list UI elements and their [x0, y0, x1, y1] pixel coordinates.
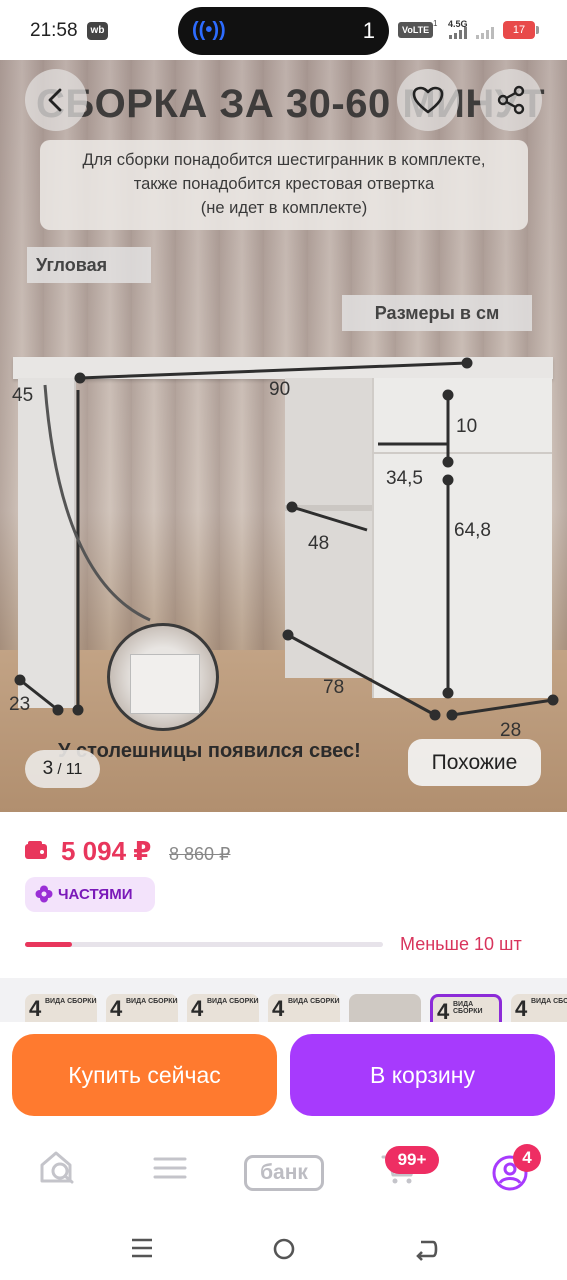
assembly-note-line-3: (не идет в комплекте): [200, 199, 368, 217]
product-page: 21:58 wb ((•)) 1 VoLTE 1 4.5G 17 СБОРКА …: [0, 0, 567, 1280]
status-bar: 21:58 wb ((•)) 1 VoLTE 1 4.5G 17: [0, 0, 567, 60]
add-to-cart-button[interactable]: В корзину: [290, 1034, 555, 1116]
thumbnail-item[interactable]: 4ВИДА СБОРКИ: [430, 994, 502, 1024]
thumbnail-caption: ВИДА СБОРКИ: [531, 998, 567, 1005]
dimension-23: 23: [9, 694, 31, 715]
assembly-note-line-1: Для сборки понадобится шестигранник в ко…: [82, 151, 486, 169]
dimension-45: 45: [12, 385, 34, 406]
installments-icon: [35, 885, 53, 903]
home-search-icon: [40, 1151, 74, 1184]
thumbnail-number: 4: [437, 999, 450, 1024]
home-circle-icon[interactable]: [271, 1236, 297, 1262]
menu-icon: [153, 1157, 187, 1179]
thumbnail-number: 4: [272, 996, 285, 1021]
image-counter-current: 3: [42, 758, 54, 779]
thumbnail-caption: ВИДА СБОРКИ: [288, 998, 340, 1005]
corner-type-tag: Угловая: [27, 247, 151, 283]
dynamic-island: ((•)) 1: [178, 7, 389, 55]
wallet-icon: [25, 841, 47, 859]
nav-home[interactable]: [38, 1147, 78, 1192]
status-time: 21:58: [30, 20, 78, 41]
nav-catalog[interactable]: [152, 1147, 188, 1192]
share-icon: [497, 85, 525, 115]
volte-indicator: VoLTE: [398, 22, 434, 38]
thumbnail-item[interactable]: 4ВИДА СБОРКИ: [25, 994, 97, 1024]
zoom-inset-image: [107, 623, 219, 731]
buy-now-button[interactable]: Купить сейчас: [12, 1034, 277, 1116]
installments-label: ЧАСТЯМИ: [58, 886, 133, 903]
assembly-note-line-2: также понадобится крестовая отвертка: [133, 175, 435, 193]
sim-indicator: 1: [433, 19, 438, 28]
back-nav-icon[interactable]: [413, 1236, 439, 1262]
battery-icon: 17: [503, 21, 539, 39]
thumbnail-strip[interactable]: 4 ВИДА СБОРКИ 4 ВИДА СБОРКИ 4 ВИДА СБОРКИ 4 ВИД…: [25, 994, 567, 1024]
bottom-navigation: банк 99+ 4: [0, 1125, 567, 1215]
image-title: СБОРКА ЗА 30-60 МИНУТ: [36, 82, 546, 126]
thumbnail-item[interactable]: [349, 994, 421, 1024]
thumbnail-number: 4: [29, 996, 42, 1021]
signal-icon: [449, 27, 469, 39]
broadcast-icon: ((•)): [192, 19, 226, 41]
image-counter-total: 11: [65, 761, 83, 778]
dimension-10: 10: [456, 416, 478, 437]
stock-progress-bar: [25, 942, 383, 947]
thumbnail-item[interactable]: 4ВИДА СБОРКИ: [106, 994, 178, 1024]
wb-app-icon: wb: [87, 22, 108, 40]
thumbnail-caption: ВИДА СБОРКИ: [453, 1001, 483, 1015]
heart-icon: [412, 86, 444, 114]
similar-button[interactable]: Похожие: [408, 739, 541, 786]
overhang-caption: У столешницы появился свес!: [58, 740, 361, 762]
thumbnail-item[interactable]: 4ВИДА СБОРКИ: [511, 994, 567, 1024]
thumbnail-caption: ВИДА СБОРКИ: [45, 998, 97, 1005]
thumbnail-caption: ВИДА СБОРКИ: [126, 998, 178, 1005]
favorite-button[interactable]: [397, 69, 459, 131]
dimension-34-5: 34,5: [386, 468, 423, 489]
thumbnail-item[interactable]: 4ВИДА СБОРКИ: [187, 994, 259, 1024]
signal-2-icon: [476, 27, 496, 39]
system-navigation-bar: [0, 1215, 567, 1280]
back-arrow-icon: [48, 88, 62, 112]
price-row: 5 094 ₽ 8 860 ₽: [25, 836, 325, 868]
thumbnail-caption: ВИДА СБОРКИ: [207, 998, 259, 1005]
back-button[interactable]: [25, 69, 87, 131]
product-image-gallery[interactable]: СБОРКА ЗА 30-60 МИНУТ Для сборки понадоб…: [0, 60, 567, 812]
island-counter: 1: [362, 18, 375, 43]
nav-bank[interactable]: банк: [244, 1155, 324, 1191]
recent-apps-icon[interactable]: [130, 1237, 154, 1259]
cart-count-badge: 99+: [385, 1146, 439, 1174]
dimension-78: 78: [323, 677, 345, 698]
thumbnail-number: 4: [110, 996, 123, 1021]
profile-badge: 4: [513, 1144, 541, 1172]
thumbnail-item[interactable]: 4ВИДА СБОРКИ: [268, 994, 340, 1024]
share-button[interactable]: [480, 69, 542, 131]
image-counter: 3 / 11: [25, 750, 100, 788]
old-price: 8 860 ₽: [169, 844, 231, 864]
stock-status: Меньше 10 шт: [400, 934, 522, 954]
sizes-tag: Размеры в см: [342, 295, 532, 331]
thumbnail-number: 4: [191, 996, 204, 1021]
current-price: 5 094 ₽: [61, 836, 152, 866]
action-bar: Купить сейчас В корзину: [0, 1022, 567, 1125]
dimension-64-8: 64,8: [454, 520, 491, 541]
dimension-90: 90: [269, 379, 291, 400]
assembly-note: Для сборки понадобится шестигранник в ко…: [40, 140, 528, 230]
stock-progress-fill: [25, 942, 72, 947]
installments-badge[interactable]: ЧАСТЯМИ: [25, 877, 155, 912]
thumbnail-number: 4: [515, 996, 528, 1021]
dimension-48: 48: [308, 533, 330, 554]
